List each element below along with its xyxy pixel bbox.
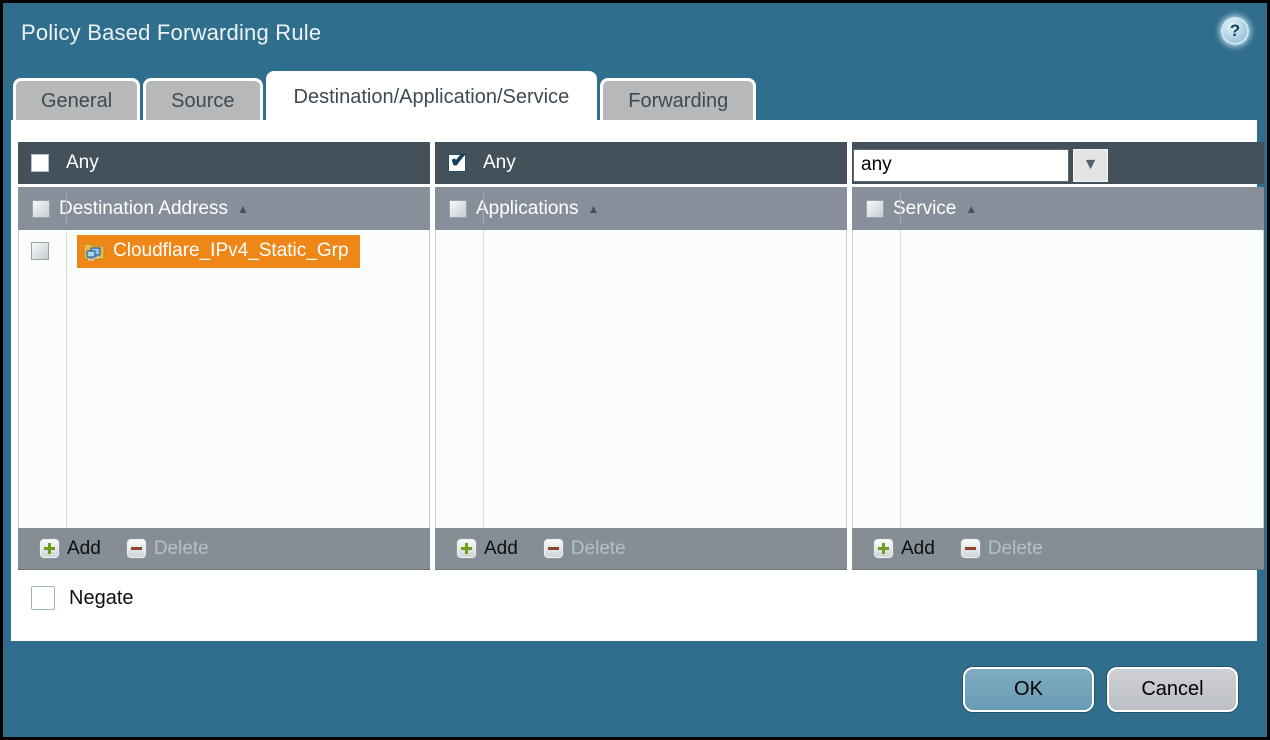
delete-label: Delete — [154, 538, 209, 560]
chevron-down-icon: ▼ — [1083, 156, 1099, 174]
service-add-button[interactable]: Add — [873, 538, 935, 560]
negate-checkbox[interactable] — [31, 586, 55, 610]
destination-any-bar: Any — [18, 142, 430, 184]
list-item: Cloudflare_IPv4_Static_Grp — [19, 230, 429, 272]
policy-based-forwarding-dialog: Policy Based Forwarding Rule ? General S… — [0, 0, 1270, 740]
body-divider — [66, 230, 67, 528]
tab-forwarding[interactable]: Forwarding — [600, 78, 756, 121]
negate-option: Negate — [31, 586, 134, 610]
destination-add-button[interactable]: Add — [39, 538, 101, 560]
service-list — [852, 230, 1264, 528]
applications-header-label: Applications — [476, 198, 578, 220]
minus-icon — [543, 538, 564, 559]
address-group-entry[interactable]: Cloudflare_IPv4_Static_Grp — [77, 235, 360, 268]
tab-bar: General Source Destination/Application/S… — [13, 71, 756, 121]
checkmark-icon: ✔ — [450, 148, 468, 173]
ok-button[interactable]: OK — [963, 667, 1094, 712]
cancel-button[interactable]: Cancel — [1107, 667, 1238, 712]
applications-any-label: Any — [483, 152, 516, 174]
plus-icon — [39, 538, 60, 559]
service-dropdown-input[interactable] — [853, 149, 1069, 182]
add-label: Add — [901, 538, 935, 560]
destination-any-checkbox[interactable] — [31, 154, 49, 172]
tab-content-panel: Any Destination Address ▲ — [11, 120, 1257, 641]
service-select-all-checkbox[interactable] — [866, 200, 884, 218]
tab-general[interactable]: General — [13, 78, 140, 121]
address-group-icon — [83, 241, 105, 261]
body-divider — [900, 230, 901, 528]
tab-source[interactable]: Source — [143, 78, 262, 121]
applications-list — [435, 230, 847, 528]
service-header-label: Service — [893, 198, 956, 220]
applications-footer: Add Delete — [435, 528, 847, 570]
tab-destination-application-service[interactable]: Destination/Application/Service — [266, 71, 598, 121]
minus-icon — [126, 538, 147, 559]
add-label: Add — [67, 538, 101, 560]
body-divider — [483, 230, 484, 528]
header-divider — [66, 193, 67, 224]
destination-select-all-checkbox[interactable] — [32, 200, 50, 218]
dialog-title: Policy Based Forwarding Rule — [21, 20, 321, 46]
applications-any-bar: ✔ Any — [435, 142, 847, 184]
destination-address-header[interactable]: Destination Address ▲ — [18, 187, 430, 230]
applications-column: ✔ Any Applications ▲ Add Dele — [435, 142, 847, 570]
service-dropdown-button[interactable]: ▼ — [1073, 149, 1108, 182]
service-dropdown-bar: ▼ — [852, 142, 1264, 184]
service-header[interactable]: Service ▲ — [852, 187, 1264, 230]
plus-icon — [456, 538, 477, 559]
address-group-name: Cloudflare_IPv4_Static_Grp — [113, 240, 349, 262]
delete-label: Delete — [988, 538, 1043, 560]
row-checkbox[interactable] — [31, 242, 49, 260]
destination-any-label: Any — [66, 152, 99, 174]
header-divider — [483, 193, 484, 224]
sort-asc-icon[interactable]: ▲ — [587, 202, 599, 216]
sort-asc-icon[interactable]: ▲ — [237, 202, 249, 216]
applications-add-button[interactable]: Add — [456, 538, 518, 560]
applications-header[interactable]: Applications ▲ — [435, 187, 847, 230]
service-column: ▼ Service ▲ Add Delete — [852, 142, 1264, 570]
minus-icon — [960, 538, 981, 559]
applications-delete-button[interactable]: Delete — [543, 538, 626, 560]
add-label: Add — [484, 538, 518, 560]
destination-footer: Add Delete — [18, 528, 430, 570]
negate-label: Negate — [69, 587, 134, 610]
help-icon[interactable]: ? — [1221, 17, 1249, 45]
destination-delete-button[interactable]: Delete — [126, 538, 209, 560]
question-mark-glyph: ? — [1230, 21, 1240, 41]
sort-asc-icon[interactable]: ▲ — [965, 202, 977, 216]
delete-label: Delete — [571, 538, 626, 560]
destination-header-label: Destination Address — [59, 198, 228, 220]
destination-address-column: Any Destination Address ▲ — [18, 142, 430, 570]
plus-icon — [873, 538, 894, 559]
applications-select-all-checkbox[interactable] — [449, 200, 467, 218]
service-delete-button[interactable]: Delete — [960, 538, 1043, 560]
destination-list: Cloudflare_IPv4_Static_Grp — [18, 230, 430, 528]
header-divider — [900, 193, 901, 224]
applications-any-checkbox-checked[interactable]: ✔ — [448, 154, 466, 172]
service-footer: Add Delete — [852, 528, 1264, 570]
